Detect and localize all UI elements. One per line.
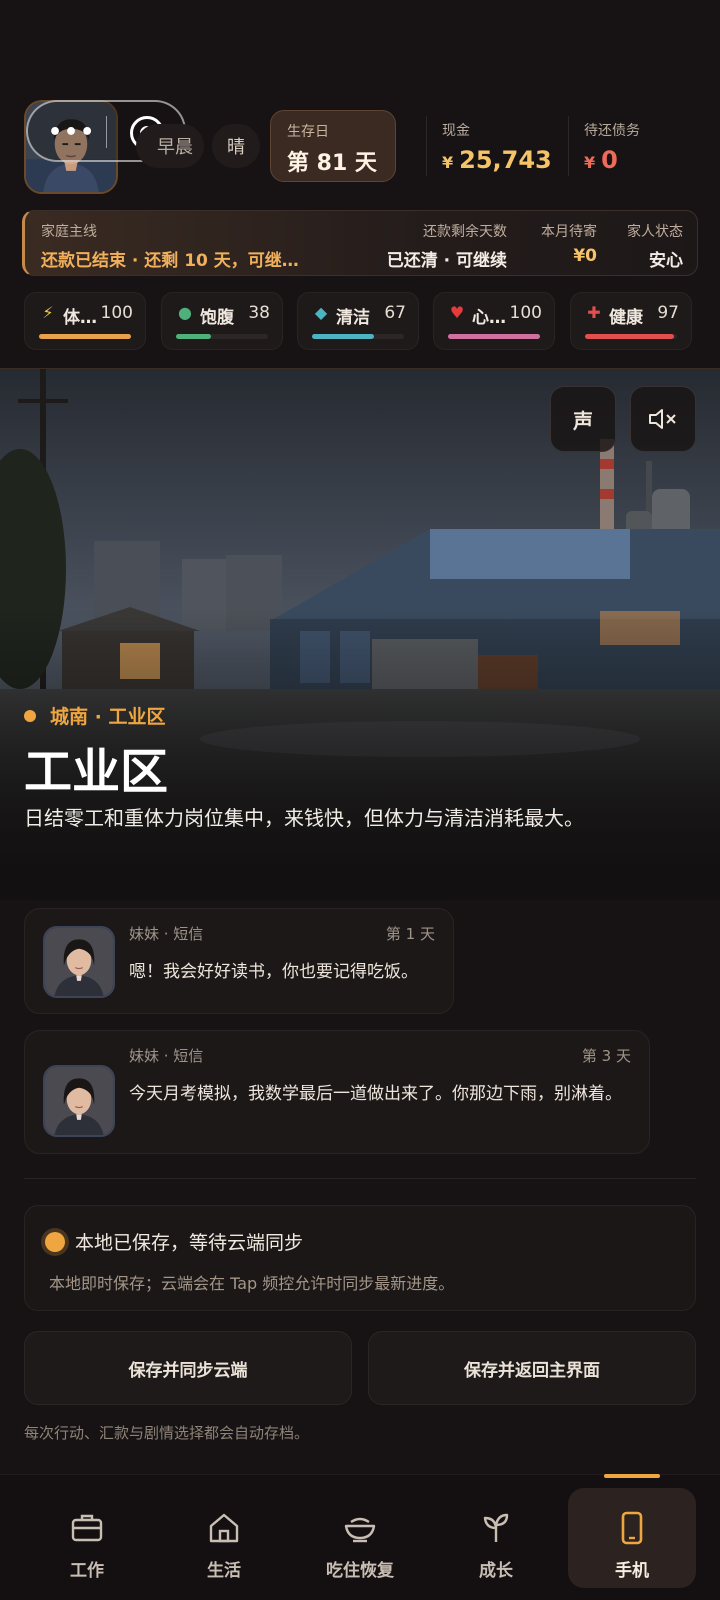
message-source: 妹妹 · 短信 [129,1047,204,1065]
stat-bar [39,334,131,339]
save-status-text: 本地已保存，等待云端同步 [75,1232,304,1254]
nav-tab-phone[interactable]: 手机 [577,1510,687,1590]
debt-value: 0 [601,146,618,174]
sound-button[interactable]: 声 [550,386,616,452]
time-of-day-pill: 早晨 [136,124,204,168]
cash-currency: ¥ [442,153,454,172]
monthly-send-label: 本月待寄 [541,224,597,240]
family-state-label: 家人状态 [627,224,683,240]
message-text: 嗯！我会好好读书，你也要记得吃饭。 [129,962,418,982]
nav-label: 手机 [615,1561,649,1581]
nav-tab-recovery[interactable]: 吃住恢复 [305,1510,415,1590]
plus-icon: ✚ [587,303,601,322]
debt-display: 待还债务 ¥0 [584,120,640,174]
briefcase-icon [71,1514,103,1542]
nav-tab-life[interactable]: 生活 [169,1510,279,1590]
save-sync-cloud-button[interactable]: 保存并同步云端 [24,1331,352,1405]
message-day: 第 3 天 [581,1047,631,1065]
message-card[interactable]: 妹妹 · 短信 第 3 天 今天月考模拟，我数学最后一道做出来了。你那边下雨，别… [24,1030,650,1154]
debt-label: 待还债务 [584,123,640,139]
survival-day-box: 生存日 第 81 天 [270,110,396,182]
nav-tab-growth[interactable]: 成长 [441,1510,551,1590]
message-card[interactable]: 妹妹 · 短信 第 1 天 嗯！我会好好读书，你也要记得吃饭。 [24,908,454,1014]
stat-name: 体… [63,308,97,328]
capsule-divider [106,116,107,148]
diamond-icon: ◆ [314,303,328,322]
stat-health[interactable]: ✚ 健康 97 [570,292,692,350]
stat-name: 健康 [609,308,643,328]
nav-label: 工作 [70,1561,104,1581]
nav-label: 吃住恢复 [326,1561,394,1581]
stat-bar [176,334,268,339]
autosave-note: 每次行动、汇款与剧情选择都会自动存档。 [24,1424,310,1442]
more-icon[interactable]: ••• [48,120,96,145]
message-day: 第 1 天 [385,925,435,943]
survival-day-label: 生存日 [287,124,329,140]
stat-bar-fill [448,334,540,339]
nav-label: 成长 [479,1561,513,1581]
message-source: 妹妹 · 短信 [129,925,204,943]
stat-value: 100 [100,303,133,323]
stat-value: 97 [657,303,679,323]
save-return-main-button[interactable]: 保存并返回主界面 [368,1331,696,1405]
sprout-icon [483,1513,509,1542]
stat-bar-fill [39,334,131,339]
scene-title: 工业区 [24,744,169,800]
lightning-icon: ⚡ [42,303,54,322]
stat-bar [312,334,404,339]
stat-bar-fill [176,334,211,339]
save-detail-text: 本地即时保存；云端会在 Tap 频控允许时同步最新进度。 [49,1274,455,1293]
repay-days-label: 还款剩余天数 [423,224,507,240]
stat-name: 清洁 [336,308,370,328]
stat-name: 心… [472,308,506,328]
sister-avatar [43,1065,115,1137]
stat-value: 100 [509,303,542,323]
debt-currency: ¥ [584,153,596,172]
message-text: 今天月考模拟，我数学最后一道做出来了。你那边下雨，别淋着。 [129,1084,622,1104]
sister-avatar [43,926,115,998]
section-divider [24,1178,696,1179]
stat-mood[interactable]: ♥ 心… 100 [433,292,555,350]
stat-bar-fill [312,334,374,339]
sync-status-dot-icon [45,1232,65,1252]
stat-value: 67 [384,303,406,323]
location-text: 城南 · 工业区 [50,706,166,728]
location-dot-icon [24,709,36,722]
stat-bar-fill [585,334,675,339]
family-state-value: 安心 [649,251,683,271]
heart-icon: ♥ [449,303,465,322]
cash-label: 现金 [442,123,470,139]
monthly-send-value: ¥0 [573,246,597,266]
family-main-label: 家庭主线 [41,224,97,240]
location-tag: 城南 · 工业区 [24,702,165,729]
weather-pill: 晴 [212,124,260,168]
family-main-value: 还款已结束 · 还剩 10 天，可继… [41,251,299,271]
nav-active-indicator [604,1474,660,1478]
stat-name: 饱腹 [200,308,234,328]
phone-icon [621,1511,643,1545]
header-divider [426,116,427,176]
stat-value: 38 [248,303,270,323]
speaker-mute-icon [649,409,676,429]
survival-day-value: 第 81 天 [287,151,377,176]
repay-days-value: 已还清 · 可继续 [386,251,507,271]
stat-cleanliness[interactable]: ◆ 清洁 67 [297,292,419,350]
save-status-card: 本地已保存，等待云端同步 本地即时保存；云端会在 Tap 频控允许时同步最新进度… [24,1205,696,1311]
stat-bar [585,334,677,339]
cash-value: 25,743 [459,146,552,174]
circle-icon: ● [178,303,192,322]
mute-button[interactable] [630,386,696,452]
header-divider [568,116,569,176]
stat-bar [448,334,540,339]
nav-tab-work[interactable]: 工作 [32,1510,142,1590]
family-status-bar[interactable]: 家庭主线 还款已结束 · 还剩 10 天，可继… 还款剩余天数 已还清 · 可继… [22,210,698,276]
scene-description: 日结零工和重体力岗位集中，来钱快，但体力与清洁消耗最大。 [24,806,584,830]
home-icon [209,1513,239,1543]
bowl-icon [344,1517,376,1543]
stat-stamina[interactable]: ⚡ 体… 100 [24,292,146,350]
stat-satiety[interactable]: ● 饱腹 38 [161,292,283,350]
nav-label: 生活 [207,1561,241,1581]
cash-display: 现金 ¥25,743 [442,120,552,174]
